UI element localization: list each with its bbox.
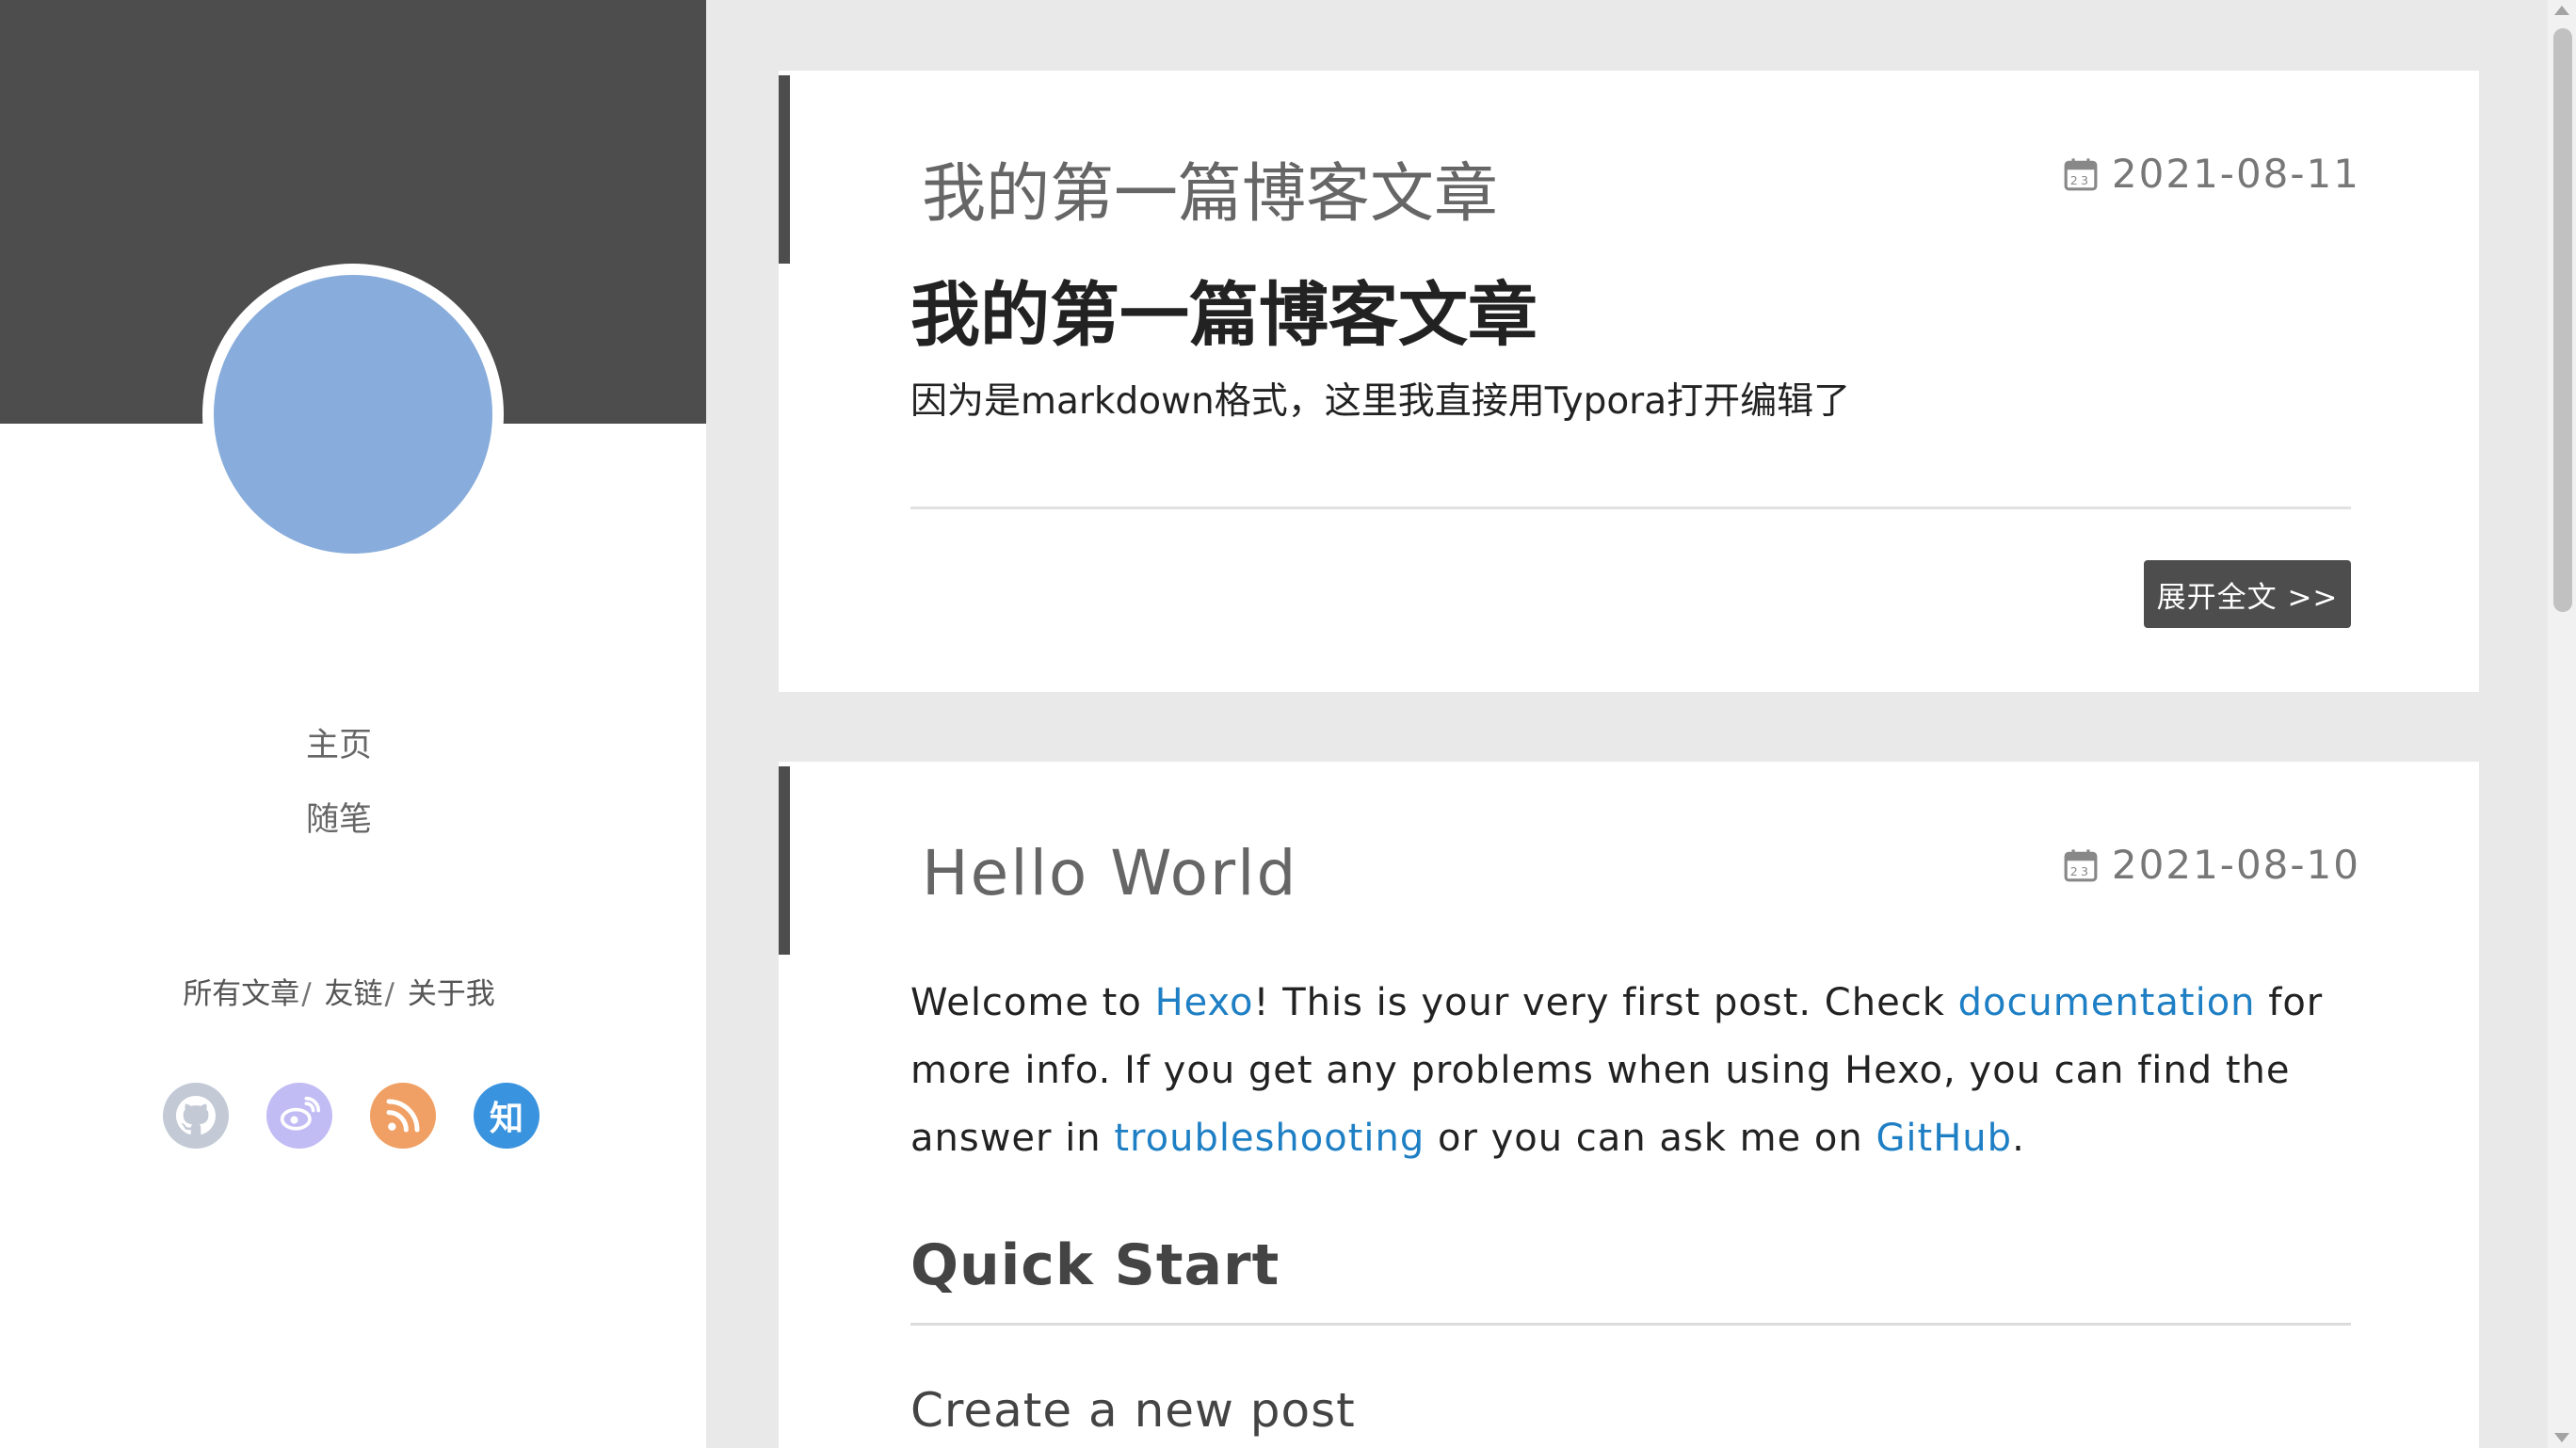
post-title[interactable]: Hello World xyxy=(922,837,1297,909)
post-accent-bar xyxy=(779,766,790,955)
nav-item-essays[interactable]: 随笔 xyxy=(0,799,678,841)
section-heading: Quick Start xyxy=(910,1232,1280,1298)
post-title[interactable]: 我的第一篇博客文章 xyxy=(922,141,1498,234)
weibo-icon[interactable] xyxy=(266,1083,332,1149)
svg-text:23: 23 xyxy=(2070,864,2091,878)
body-text: ! This is your very first post. Check xyxy=(1253,981,1958,1024)
read-more-button[interactable]: 展开全文 >> xyxy=(2144,560,2351,628)
rss-icon[interactable] xyxy=(370,1083,436,1149)
body-text: . xyxy=(2012,1117,2025,1160)
scrollbar[interactable] xyxy=(2548,0,2576,1448)
post-date: 23 2021-08-11 xyxy=(2063,151,2360,197)
calendar-icon: 23 xyxy=(2064,157,2098,190)
post-divider xyxy=(910,507,2351,509)
scrollbar-thumb[interactable] xyxy=(2553,28,2572,612)
post-body: Welcome to Hexo! This is your very first… xyxy=(910,969,2379,1172)
post-heading: 我的第一篇博客文章 xyxy=(910,275,1538,356)
avatar[interactable] xyxy=(202,264,504,565)
link-hexo[interactable]: Hexo xyxy=(1155,981,1254,1024)
link-friends[interactable]: 友链 xyxy=(325,977,383,1011)
sidebar: 主页 随笔 所有文章/ 友链/ 关于我 知 xyxy=(0,0,706,1448)
svg-text:23: 23 xyxy=(2070,173,2091,187)
social-links: 知 xyxy=(163,1083,539,1149)
post-accent-bar xyxy=(779,75,790,264)
post-date-text: 2021-08-11 xyxy=(2111,151,2360,197)
link-github[interactable]: GitHub xyxy=(1876,1117,2012,1160)
post-date: 23 2021-08-10 xyxy=(2063,842,2360,888)
link-documentation[interactable]: documentation xyxy=(1958,981,2256,1024)
sidebar-nav: 主页 随笔 xyxy=(0,725,678,874)
body-text: Welcome to xyxy=(910,981,1155,1024)
body-text: or you can ask me on xyxy=(1425,1117,1876,1160)
section-divider xyxy=(910,1323,2351,1326)
link-about[interactable]: 关于我 xyxy=(408,977,495,1011)
post-excerpt: 因为是markdown格式，这里我直接用Typora打开编辑了 xyxy=(910,380,1851,423)
github-icon[interactable] xyxy=(163,1083,229,1149)
link-all-posts[interactable]: 所有文章 xyxy=(183,977,299,1011)
zhihu-icon[interactable]: 知 xyxy=(474,1083,539,1149)
post-card: 我的第一篇博客文章 23 2021-08-11 我的第一篇博客文章 因为是mar… xyxy=(779,71,2479,692)
post-card: Hello World 23 2021-08-10 Welcome to Hex… xyxy=(779,762,2479,1448)
sidebar-links: 所有文章/ 友链/ 关于我 xyxy=(183,977,495,1011)
post-date-text: 2021-08-10 xyxy=(2111,842,2360,888)
scroll-down-arrow[interactable] xyxy=(2554,1433,2569,1442)
nav-item-home[interactable]: 主页 xyxy=(0,725,678,766)
link-troubleshooting[interactable]: troubleshooting xyxy=(1114,1117,1425,1160)
subsection-heading: Create a new post xyxy=(910,1383,1356,1438)
calendar-icon: 23 xyxy=(2064,848,2098,881)
scroll-up-arrow[interactable] xyxy=(2554,6,2569,15)
